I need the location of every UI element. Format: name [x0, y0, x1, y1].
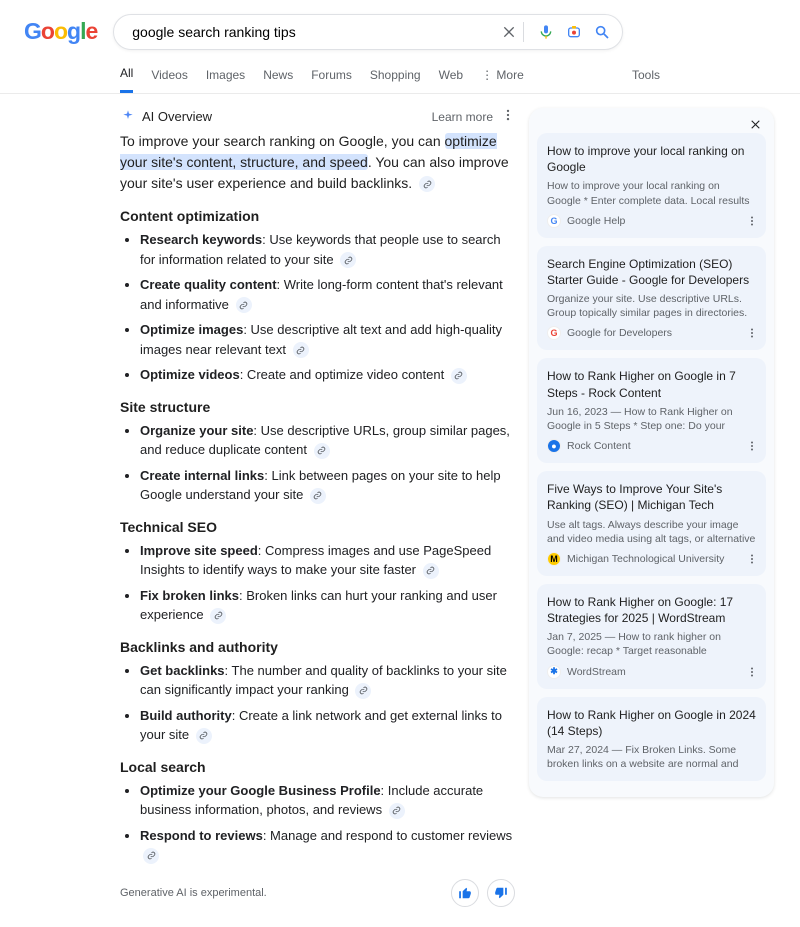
tab-images[interactable]: Images [206, 62, 245, 92]
source-snippet: Jun 16, 2023 — How to Rank Higher on Goo… [547, 405, 756, 433]
list-item: Create quality content: Write long-form … [140, 275, 515, 314]
section-heading: Content optimization [120, 208, 515, 224]
tab-tools[interactable]: Tools [632, 62, 660, 92]
tab-forums[interactable]: Forums [311, 62, 352, 92]
close-icon[interactable] [537, 116, 766, 133]
link-icon[interactable] [293, 342, 309, 358]
source-name: Rock Content [567, 440, 631, 452]
source-snippet: Mar 27, 2024 — Fix Broken Links. Some br… [547, 743, 756, 771]
list-item: Organize your site: Use descriptive URLs… [140, 421, 515, 460]
link-icon[interactable] [355, 683, 371, 699]
link-icon[interactable] [310, 488, 326, 504]
search-icon[interactable] [592, 22, 612, 42]
source-title: How to Rank Higher on Google in 7 Steps … [547, 368, 756, 400]
source-title: How to improve your local ranking on Goo… [547, 143, 756, 175]
list-item: Create internal links: Link between page… [140, 466, 515, 505]
list-item: Optimize images: Use descriptive alt tex… [140, 320, 515, 359]
source-card[interactable]: How to improve your local ranking on Goo… [537, 133, 766, 238]
source-snippet: Organize your site. Use descriptive URLs… [547, 292, 756, 320]
list-item: Get backlinks: The number and quality of… [140, 661, 515, 700]
list-item: Respond to reviews: Manage and respond t… [140, 826, 515, 865]
source-title: How to Rank Higher on Google: 17 Strateg… [547, 594, 756, 626]
source-name: Google Help [567, 215, 625, 227]
link-icon[interactable] [389, 803, 405, 819]
favicon: G [547, 326, 561, 340]
tab-news[interactable]: News [263, 62, 293, 92]
favicon: G [547, 214, 561, 228]
overflow-icon[interactable] [746, 553, 758, 568]
source-snippet: How to improve your local ranking on Goo… [547, 179, 756, 207]
ai-disclaimer: Generative AI is experimental. [120, 887, 267, 899]
source-card[interactable]: How to Rank Higher on Google in 2024 (14… [537, 697, 766, 782]
link-icon[interactable] [196, 728, 212, 744]
mic-icon[interactable] [536, 22, 556, 42]
ai-overview-title: AI Overview [142, 109, 212, 124]
tab-more[interactable]: ⋮ More [481, 62, 524, 92]
ai-intro-text: To improve your search ranking on Google… [120, 131, 515, 194]
overflow-icon[interactable] [746, 666, 758, 681]
divider [523, 22, 524, 42]
link-icon[interactable] [143, 848, 159, 864]
tab-videos[interactable]: Videos [151, 62, 187, 92]
section-heading: Site structure [120, 399, 515, 415]
favicon: M [547, 552, 561, 566]
tab-all[interactable]: All [120, 60, 133, 93]
overflow-icon[interactable] [746, 440, 758, 455]
overflow-icon[interactable] [746, 327, 758, 342]
list-item: Build authority: Create a link network a… [140, 706, 515, 745]
tab-shopping[interactable]: Shopping [370, 62, 421, 92]
link-icon[interactable] [451, 368, 467, 384]
source-card[interactable]: How to Rank Higher on Google in 7 Steps … [537, 358, 766, 463]
thumbs-up-button[interactable] [451, 879, 479, 907]
link-icon[interactable] [210, 608, 226, 624]
source-card[interactable]: Five Ways to Improve Your Site's Ranking… [537, 471, 766, 576]
section-heading: Local search [120, 759, 515, 775]
source-snippet: Jan 7, 2025 — How to rank higher on Goog… [547, 630, 756, 658]
sparkle-icon [120, 109, 136, 125]
ai-overview: AI Overview Learn more To improve your s… [120, 108, 515, 907]
overflow-icon[interactable] [501, 108, 515, 125]
google-logo[interactable]: Google [24, 18, 97, 45]
source-card[interactable]: Search Engine Optimization (SEO) Starter… [537, 246, 766, 351]
overflow-icon[interactable] [746, 215, 758, 230]
source-card[interactable]: How to Rank Higher on Google: 17 Strateg… [537, 584, 766, 689]
source-snippet: Use alt tags. Always describe your image… [547, 518, 756, 546]
learn-more-link[interactable]: Learn more [432, 110, 493, 124]
link-icon[interactable] [236, 297, 252, 313]
link-icon[interactable] [419, 176, 435, 192]
source-name: Google for Developers [567, 327, 672, 339]
search-tabs: All Videos Images News Forums Shopping W… [0, 50, 800, 94]
source-name: WordStream [567, 666, 626, 678]
source-title: How to Rank Higher on Google in 2024 (14… [547, 707, 756, 739]
favicon: ● [547, 439, 561, 453]
section-heading: Backlinks and authority [120, 639, 515, 655]
source-name: Michigan Technological University [567, 553, 724, 565]
list-item: Research keywords: Use keywords that peo… [140, 230, 515, 269]
thumbs-down-button[interactable] [487, 879, 515, 907]
search-input[interactable] [130, 23, 491, 41]
tab-web[interactable]: Web [439, 62, 463, 92]
source-title: Search Engine Optimization (SEO) Starter… [547, 256, 756, 288]
link-icon[interactable] [423, 563, 439, 579]
link-icon[interactable] [314, 443, 330, 459]
list-item: Optimize your Google Business Profile: I… [140, 781, 515, 820]
source-title: Five Ways to Improve Your Site's Ranking… [547, 481, 756, 513]
section-heading: Technical SEO [120, 519, 515, 535]
list-item: Optimize videos: Create and optimize vid… [140, 365, 515, 385]
header: Google [0, 0, 800, 50]
list-item: Fix broken links: Broken links can hurt … [140, 586, 515, 625]
search-box[interactable] [113, 14, 623, 50]
lens-icon[interactable] [564, 22, 584, 42]
list-item: Improve site speed: Compress images and … [140, 541, 515, 580]
link-icon[interactable] [340, 252, 356, 268]
clear-icon[interactable] [499, 22, 519, 42]
sources-panel: How to improve your local ranking on Goo… [529, 108, 774, 797]
